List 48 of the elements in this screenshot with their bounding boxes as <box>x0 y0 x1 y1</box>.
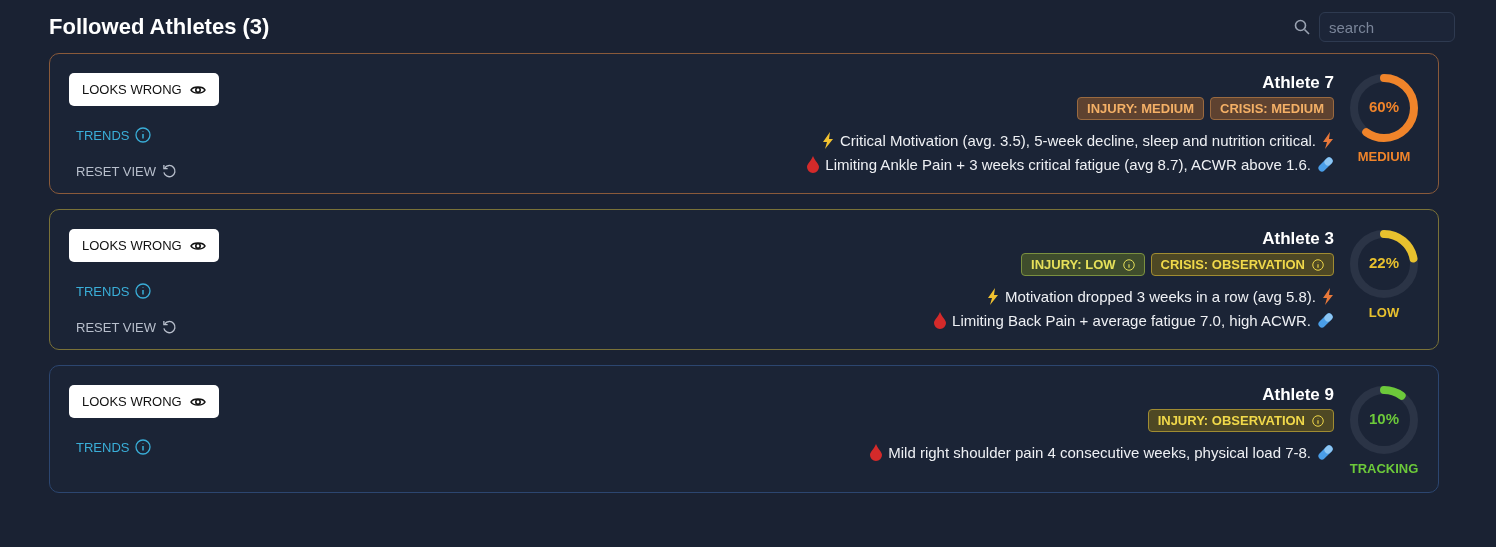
risk-percent: 60% <box>1368 98 1400 115</box>
page-title: Followed Athletes (3) <box>49 14 270 40</box>
looks-wrong-button[interactable]: LOOKS WRONG <box>69 73 219 106</box>
search-field[interactable]: search <box>1319 12 1455 42</box>
eye-icon <box>189 239 206 252</box>
info-icon <box>135 439 152 455</box>
progress-ring <box>1349 73 1419 143</box>
risk-status: MEDIUM <box>1357 149 1411 164</box>
risk-tag: INJURY: OBSERVATION <box>1147 409 1334 432</box>
alert-note: Limiting Back Pain + average fatigue 7.0, high ACWR. <box>952 312 1311 329</box>
eye-icon <box>189 83 206 96</box>
progress-ring <box>1349 385 1419 455</box>
risk-tag: INJURY: LOW <box>1021 253 1145 276</box>
drop-icon <box>807 156 820 173</box>
alert-note: Motivation dropped 3 weeks in a row (avg 5.8). <box>1005 288 1316 305</box>
progress-ring <box>1349 229 1419 299</box>
drop-icon <box>934 312 947 329</box>
risk-tag: CRISIS: OBSERVATION <box>1150 253 1334 276</box>
reset-icon <box>161 320 177 335</box>
looks-wrong-button[interactable]: LOOKS WRONG <box>69 229 219 262</box>
reset-icon <box>161 164 177 179</box>
lightning-icon <box>1322 132 1334 149</box>
reset-view-button[interactable]: RESET VIEW <box>76 164 177 179</box>
info-icon <box>135 283 152 299</box>
trends-button[interactable]: TRENDS <box>76 127 152 143</box>
risk-status: LOW <box>1368 305 1400 320</box>
athlete-name: Athlete 7 <box>1262 73 1334 93</box>
drop-icon <box>870 444 883 461</box>
risk-percent: 10% <box>1368 410 1400 427</box>
search-icon <box>1294 19 1310 35</box>
lightning-icon <box>1322 288 1334 305</box>
athlete-name: Athlete 3 <box>1262 229 1334 249</box>
trends-button[interactable]: TRENDS <box>76 283 152 299</box>
reset-view-button[interactable]: RESET VIEW <box>76 320 177 335</box>
eye-icon <box>189 395 206 408</box>
looks-wrong-button[interactable]: LOOKS WRONG <box>69 385 219 418</box>
risk-tag: INJURY: MEDIUM <box>1077 97 1204 120</box>
risk-status: TRACKING <box>1349 461 1419 476</box>
alert-note: Critical Motivation (avg. 3.5), 5-week decline, sleep and nutrition critical. <box>839 132 1316 149</box>
athlete-name: Athlete 9 <box>1262 385 1334 405</box>
lightning-icon <box>987 288 999 305</box>
alert-note: Limiting Ankle Pain + 3 weeks critical fatigue (avg 8.7), ACWR above 1.6. <box>825 156 1311 173</box>
risk-tag: CRISIS: MEDIUM <box>1210 97 1334 120</box>
trends-button[interactable]: TRENDS <box>76 439 152 455</box>
risk-percent: 22% <box>1368 254 1400 271</box>
lightning-icon <box>821 132 834 149</box>
alert-note: Mild right shoulder pain 4 consecutive weeks, physical load 7-8. <box>888 444 1311 461</box>
info-icon <box>135 127 152 143</box>
